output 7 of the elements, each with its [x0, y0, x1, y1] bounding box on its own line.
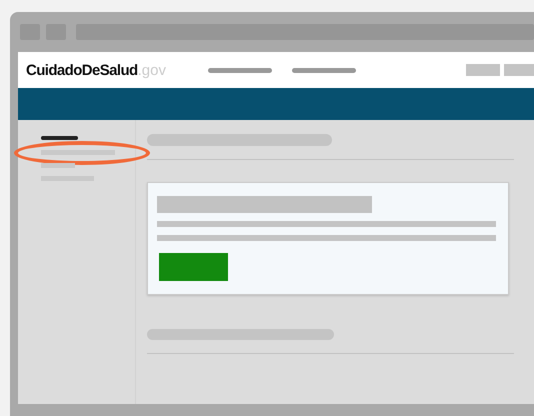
nav-link-placeholder[interactable]: [292, 68, 356, 72]
sidebar-heading-placeholder: [41, 136, 78, 140]
header-button-placeholder[interactable]: [466, 64, 500, 76]
sidebar-link-placeholder[interactable]: [41, 163, 75, 168]
action-button[interactable]: [159, 253, 228, 281]
header-button-placeholder[interactable]: [504, 64, 534, 76]
nav-link-placeholder[interactable]: [208, 68, 272, 72]
